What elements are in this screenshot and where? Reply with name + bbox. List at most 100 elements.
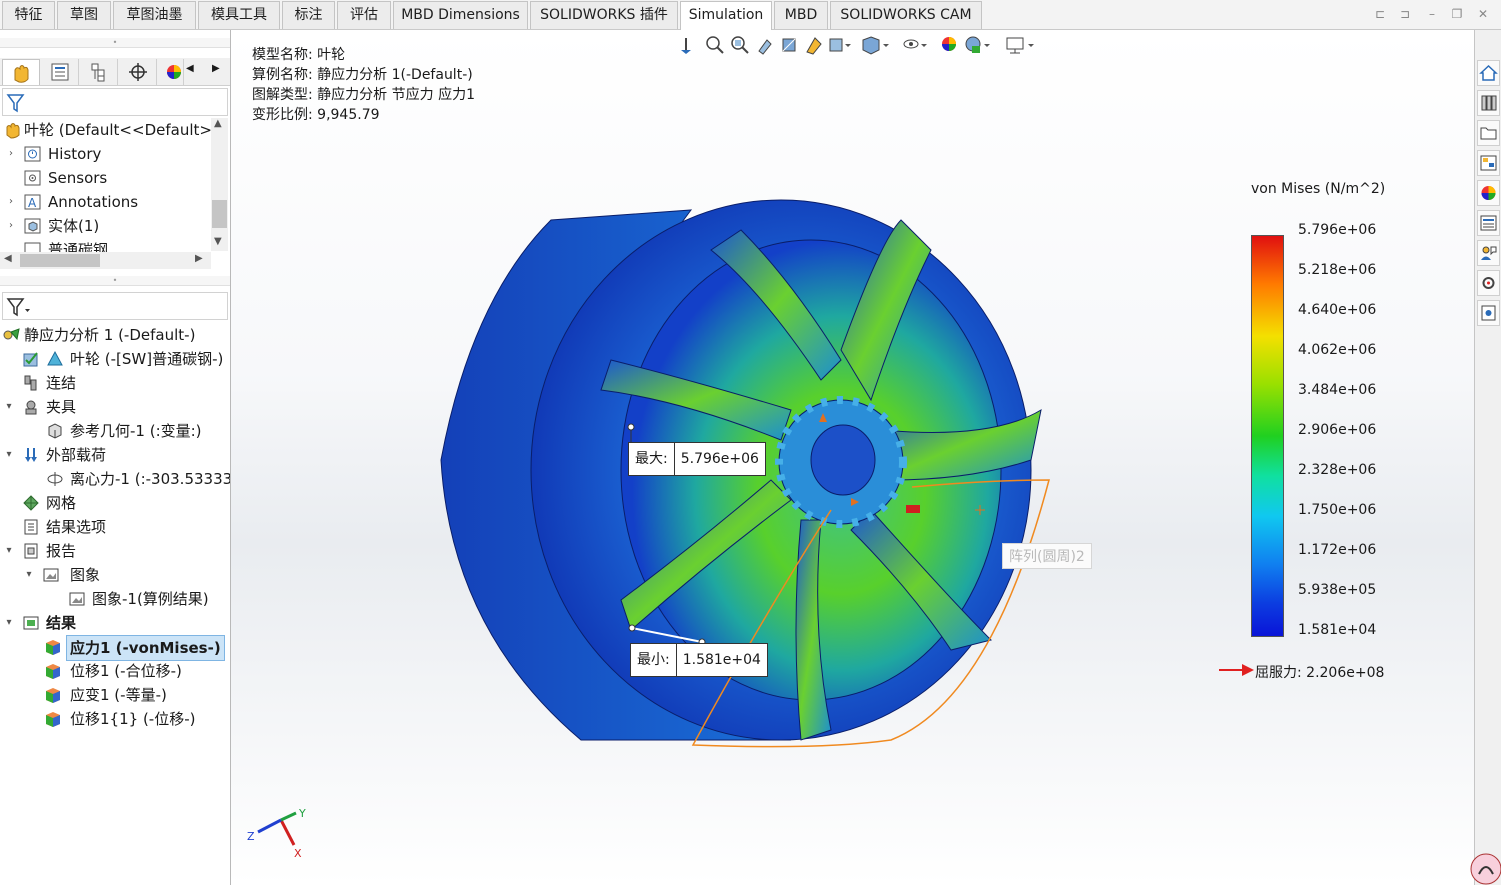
- hscroll-right-icon[interactable]: ▶: [195, 253, 203, 264]
- collapse-caret-icon[interactable]: ▾: [4, 443, 14, 467]
- tab-markup[interactable]: 标注: [282, 1, 335, 29]
- expand-caret-icon[interactable]: ›: [6, 214, 16, 238]
- view-palette-button[interactable]: [1477, 150, 1500, 176]
- study-node[interactable]: 静应力分析 1 (-Default-): [2, 323, 195, 347]
- connections-node[interactable]: 连结: [22, 371, 76, 395]
- tab-sketch[interactable]: 草图: [57, 1, 111, 29]
- display-manager-tab[interactable]: [158, 59, 184, 85]
- collapse-caret-icon[interactable]: ▾: [24, 563, 34, 587]
- svg-text:A: A: [28, 196, 37, 210]
- tree-item-material[interactable]: 普通碳钢: [4, 238, 108, 252]
- configurationmanager-tab[interactable]: [80, 59, 118, 85]
- simulation-filter-box[interactable]: [2, 292, 228, 320]
- result-displacement2-item[interactable]: 位移1{1} (-位移-): [44, 707, 195, 731]
- close-icon[interactable]: ✕: [1476, 7, 1490, 21]
- tab-features[interactable]: 特征: [2, 1, 55, 29]
- max-stress-callout[interactable]: 最大: 5.796e+06: [628, 442, 766, 476]
- assistant-icon[interactable]: [1469, 852, 1501, 885]
- part-icon: [6, 123, 20, 139]
- history-icon: [24, 146, 41, 162]
- fixtures-node[interactable]: ▾ 夹具: [4, 395, 76, 419]
- collapse-right-icon[interactable]: ⊐: [1398, 7, 1412, 21]
- tree-item-sensors[interactable]: Sensors: [4, 166, 107, 190]
- panel-splitter-middle[interactable]: •: [0, 276, 230, 286]
- zoom-to-area-icon[interactable]: [731, 36, 749, 54]
- results-node[interactable]: ▾ 结果: [4, 611, 76, 635]
- apply-scene-icon[interactable]: [965, 36, 990, 53]
- tree-item-solid-bodies[interactable]: › 实体(1): [4, 214, 99, 238]
- tree-item-annotations[interactable]: › A Annotations: [4, 190, 138, 214]
- feature-tree-root[interactable]: 叶轮 (Default<<Default>_: [4, 118, 219, 142]
- mesh-node[interactable]: 网格: [22, 491, 76, 515]
- tab-evaluate[interactable]: 评估: [337, 1, 391, 29]
- min-key: 最小:: [631, 644, 677, 676]
- scroll-up-icon[interactable]: ▲: [214, 118, 222, 129]
- view-monitor-icon[interactable]: [1006, 37, 1034, 54]
- report-node[interactable]: ▾ 报告: [4, 539, 76, 563]
- tab-scroll-left-icon[interactable]: ◀: [186, 63, 194, 74]
- fixture-item[interactable]: 参考几何-1 (:变量:): [46, 419, 202, 443]
- scroll-down-icon[interactable]: ▼: [214, 236, 222, 247]
- hscroll-thumb[interactable]: [20, 254, 100, 267]
- propertymanager-tab[interactable]: [41, 59, 79, 85]
- tab-solidworks-cam[interactable]: SOLIDWORKS CAM: [830, 1, 982, 29]
- dynamic-annotation-icon[interactable]: [806, 37, 822, 55]
- hscroll-left-icon[interactable]: ◀: [4, 253, 12, 264]
- load-item[interactable]: 离心力-1 (:-303.533333: [46, 467, 230, 491]
- previous-view-icon[interactable]: [758, 39, 772, 55]
- zoom-to-fit-icon[interactable]: [706, 36, 724, 54]
- images-node[interactable]: ▾ 图象: [24, 563, 100, 587]
- feature-tree-hscrollbar[interactable]: ◀ ▶: [0, 252, 211, 269]
- centrifugal-force-icon: [47, 472, 63, 486]
- tab-simulation[interactable]: Simulation: [680, 1, 772, 31]
- result-displacement-item[interactable]: 位移1 (-合位移-): [44, 659, 182, 683]
- scroll-thumb[interactable]: [212, 200, 227, 228]
- simulation-advisor-button[interactable]: [1477, 240, 1500, 266]
- expand-caret-icon[interactable]: ›: [6, 190, 16, 214]
- min-stress-callout[interactable]: 最小: 1.581e+04: [630, 643, 768, 677]
- minimize-icon[interactable]: –: [1425, 7, 1439, 21]
- hide-show-icon[interactable]: [903, 39, 927, 49]
- display-style-icon[interactable]: [862, 36, 889, 55]
- section-view-icon[interactable]: [782, 38, 796, 52]
- image-item[interactable]: 图象-1(算例结果): [68, 587, 209, 611]
- result-strain-item[interactable]: 应变1 (-等量-): [44, 683, 167, 707]
- custom-properties-button[interactable]: [1477, 210, 1500, 236]
- feature-filter-box[interactable]: [2, 88, 228, 116]
- study-advisor-button[interactable]: [1477, 300, 1500, 326]
- edit-appearance-icon[interactable]: [942, 37, 956, 51]
- external-loads-node[interactable]: ▾ 外部载荷: [4, 443, 106, 467]
- tab-scroll-right-icon[interactable]: ▶: [212, 63, 220, 74]
- graphics-area[interactable]: 模型名称: 叶轮 算例名称: 静应力分析 1(-Default-) 图解类型: …: [231, 30, 1474, 885]
- result-stress-item[interactable]: 应力1 (-vonMises-): [44, 635, 225, 661]
- impeller-stress-plot[interactable]: [431, 180, 1071, 780]
- view-setting-icon[interactable]: [829, 38, 851, 52]
- result-options-node[interactable]: 结果选项: [22, 515, 106, 539]
- legend-tick-label: 5.218e+06: [1298, 262, 1377, 278]
- restore-icon[interactable]: ❐: [1450, 7, 1464, 21]
- appearances-button[interactable]: [1477, 180, 1500, 206]
- expand-caret-icon[interactable]: ›: [6, 142, 16, 166]
- collapse-caret-icon[interactable]: ▾: [4, 611, 14, 635]
- legend-title: von Mises (N/m^2): [1251, 181, 1386, 197]
- dimxpert-tab[interactable]: [119, 59, 157, 85]
- solidworks-resources-button[interactable]: [1477, 60, 1500, 86]
- collapse-caret-icon[interactable]: ▾: [4, 539, 14, 563]
- file-explorer-button[interactable]: [1477, 120, 1500, 146]
- tab-solidworks-addins[interactable]: SOLIDWORKS 插件: [530, 1, 678, 29]
- tab-sketch-ink[interactable]: 草图油墨: [113, 1, 196, 29]
- featuremanager-tab[interactable]: [2, 59, 40, 85]
- simulation-settings-button[interactable]: [1477, 270, 1500, 296]
- feature-tree-scrollbar[interactable]: ▲ ▼: [211, 118, 228, 251]
- panel-splitter-top[interactable]: •: [0, 38, 230, 48]
- design-library-button[interactable]: [1477, 90, 1500, 116]
- part-node[interactable]: 叶轮 (-[SW]普通碳钢-): [22, 347, 223, 371]
- strain-plot-icon: [46, 688, 60, 703]
- collapse-left-icon[interactable]: ⊏: [1373, 7, 1387, 21]
- tab-mbd-dimensions[interactable]: MBD Dimensions: [393, 1, 528, 29]
- view-orientation-icon[interactable]: [681, 38, 691, 54]
- collapse-caret-icon[interactable]: ▾: [4, 395, 14, 419]
- tab-mold-tools[interactable]: 模具工具: [198, 1, 280, 29]
- tree-item-history[interactable]: › History: [4, 142, 101, 166]
- tab-mbd[interactable]: MBD: [774, 1, 828, 29]
